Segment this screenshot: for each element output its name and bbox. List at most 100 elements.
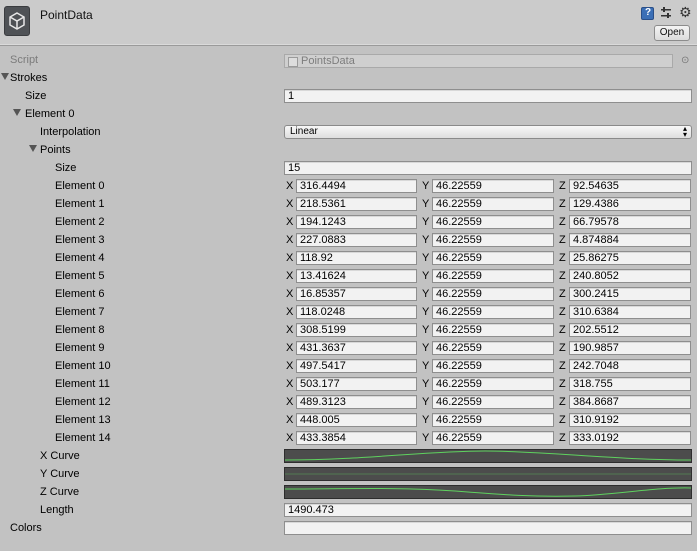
- point-x-input[interactable]: 194.1243: [296, 215, 417, 229]
- point-row: Element 12 X 489.3123 Y 46.22559 Z 384.8687: [0, 394, 697, 412]
- point-label: Element 8: [55, 324, 105, 336]
- y-axis-label: Y: [422, 180, 430, 192]
- object-picker-icon[interactable]: ⊙: [681, 55, 689, 66]
- script-file-icon: [288, 57, 298, 67]
- point-y-input[interactable]: 46.22559: [432, 269, 554, 283]
- z-axis-label: Z: [559, 198, 566, 210]
- points-foldout[interactable]: Points: [0, 142, 697, 160]
- y-axis-label: Y: [422, 270, 430, 282]
- z-axis-label: Z: [559, 378, 566, 390]
- point-x-input[interactable]: 118.92: [296, 251, 417, 265]
- y-axis-label: Y: [422, 252, 430, 264]
- point-row: Element 2 X 194.1243 Y 46.22559 Z 66.79578: [0, 214, 697, 232]
- foldout-arrow-icon[interactable]: [29, 145, 37, 152]
- x-axis-label: X: [286, 252, 294, 264]
- point-row: Element 14 X 433.3854 Y 46.22559 Z 333.0192: [0, 430, 697, 448]
- x-curve-field[interactable]: [284, 449, 692, 463]
- point-x-input[interactable]: 16.85357: [296, 287, 417, 301]
- colors-input[interactable]: [284, 521, 692, 535]
- point-y-input[interactable]: 46.22559: [432, 305, 554, 319]
- point-y-input[interactable]: 46.22559: [432, 251, 554, 265]
- x-curve-line: [284, 450, 692, 461]
- x-axis-label: X: [286, 396, 294, 408]
- strokes-size-input[interactable]: 1: [284, 89, 692, 103]
- point-x-input[interactable]: 433.3854: [296, 431, 417, 445]
- point-y-input[interactable]: 46.22559: [432, 359, 554, 373]
- points-size-input[interactable]: 15: [284, 161, 692, 175]
- point-y-input[interactable]: 46.22559: [432, 377, 554, 391]
- interpolation-value: Linear: [290, 126, 318, 137]
- point-z-input[interactable]: 66.79578: [569, 215, 691, 229]
- foldout-arrow-icon[interactable]: [13, 109, 21, 116]
- point-y-input[interactable]: 46.22559: [432, 323, 554, 337]
- point-x-input[interactable]: 489.3123: [296, 395, 417, 409]
- foldout-arrow-icon[interactable]: [1, 73, 9, 80]
- point-x-input[interactable]: 218.5361: [296, 197, 417, 211]
- y-axis-label: Y: [422, 396, 430, 408]
- script-field[interactable]: PointsData: [284, 54, 673, 68]
- point-y-input[interactable]: 46.22559: [432, 341, 554, 355]
- z-axis-label: Z: [559, 252, 566, 264]
- z-axis-label: Z: [559, 234, 566, 246]
- point-z-input[interactable]: 240.8052: [569, 269, 691, 283]
- point-x-input[interactable]: 497.5417: [296, 359, 417, 373]
- z-axis-label: Z: [559, 306, 566, 318]
- x-axis-label: X: [286, 360, 294, 372]
- point-x-input[interactable]: 448.005: [296, 413, 417, 427]
- z-curve-field[interactable]: [284, 485, 692, 499]
- point-x-input[interactable]: 316.4494: [296, 179, 417, 193]
- point-z-input[interactable]: 190.9857: [569, 341, 691, 355]
- points-size-label: Size: [55, 162, 77, 174]
- point-z-input[interactable]: 310.6384: [569, 305, 691, 319]
- y-curve-field[interactable]: [284, 467, 692, 481]
- point-z-input[interactable]: 333.0192: [569, 431, 691, 445]
- point-x-input[interactable]: 13.41624: [296, 269, 417, 283]
- point-y-input[interactable]: 46.22559: [432, 431, 554, 445]
- point-label: Element 3: [55, 234, 105, 246]
- point-z-input[interactable]: 4.874884: [569, 233, 691, 247]
- point-z-input[interactable]: 318.755: [569, 377, 691, 391]
- point-z-input[interactable]: 25.86275: [569, 251, 691, 265]
- point-x-input[interactable]: 227.0883: [296, 233, 417, 247]
- point-z-input[interactable]: 310.9192: [569, 413, 691, 427]
- x-axis-label: X: [286, 378, 294, 390]
- gear-icon[interactable]: ⚙: [679, 4, 692, 20]
- element0-foldout[interactable]: Element 0: [0, 106, 697, 124]
- point-z-input[interactable]: 92.54635: [569, 179, 691, 193]
- colors-row: Colors: [0, 520, 697, 538]
- help-icon[interactable]: ?: [641, 7, 654, 20]
- y-axis-label: Y: [422, 432, 430, 444]
- length-row: Length 1490.473: [0, 502, 697, 520]
- open-button[interactable]: Open: [654, 25, 690, 41]
- point-z-input[interactable]: 242.7048: [569, 359, 691, 373]
- strokes-foldout[interactable]: Strokes: [0, 70, 697, 88]
- element0-label: Element 0: [25, 108, 75, 120]
- point-x-input[interactable]: 503.177: [296, 377, 417, 391]
- point-y-input[interactable]: 46.22559: [432, 413, 554, 427]
- point-y-input[interactable]: 46.22559: [432, 215, 554, 229]
- z-axis-label: Z: [559, 288, 566, 300]
- point-x-input[interactable]: 118.0248: [296, 305, 417, 319]
- interpolation-dropdown[interactable]: Linear ▴ ▾: [284, 125, 692, 139]
- point-y-input[interactable]: 46.22559: [432, 395, 554, 409]
- y-axis-label: Y: [422, 306, 430, 318]
- point-x-input[interactable]: 431.3637: [296, 341, 417, 355]
- point-y-input[interactable]: 46.22559: [432, 179, 554, 193]
- point-label: Element 6: [55, 288, 105, 300]
- point-z-input[interactable]: 129.4386: [569, 197, 691, 211]
- point-z-input[interactable]: 202.5512: [569, 323, 691, 337]
- point-x-input[interactable]: 308.5199: [296, 323, 417, 337]
- point-row: Element 4 X 118.92 Y 46.22559 Z 25.86275: [0, 250, 697, 268]
- point-z-input[interactable]: 300.2415: [569, 287, 691, 301]
- point-y-input[interactable]: 46.22559: [432, 287, 554, 301]
- length-input[interactable]: 1490.473: [284, 503, 692, 517]
- point-label: Element 10: [55, 360, 111, 372]
- x-axis-label: X: [286, 288, 294, 300]
- point-z-input[interactable]: 384.8687: [569, 395, 691, 409]
- point-y-input[interactable]: 46.22559: [432, 197, 554, 211]
- y-axis-label: Y: [422, 378, 430, 390]
- presets-icon[interactable]: [660, 7, 672, 19]
- y-curve-label: Y Curve: [40, 468, 80, 480]
- point-y-input[interactable]: 46.22559: [432, 233, 554, 247]
- point-row: Element 0 X 316.4494 Y 46.22559 Z 92.54635: [0, 178, 697, 196]
